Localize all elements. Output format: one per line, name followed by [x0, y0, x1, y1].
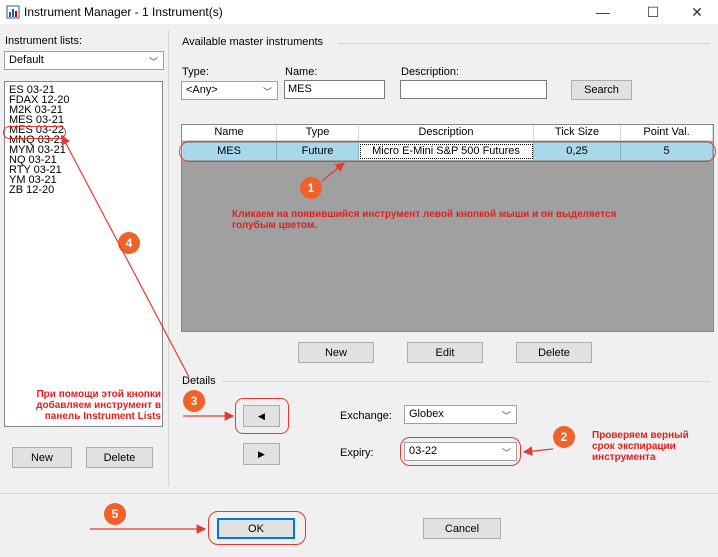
left-delete-button[interactable]: Delete [86, 447, 153, 468]
arrow-step-2 [522, 446, 554, 456]
left-new-button[interactable]: New [12, 447, 72, 468]
remove-from-list-button[interactable]: ▶ [243, 443, 280, 465]
highlight-ellipse-ok [208, 511, 306, 545]
footer-divider [0, 493, 718, 494]
highlight-ellipse-add [235, 398, 289, 434]
step-badge-4: 4 [118, 232, 140, 254]
column-header-description[interactable]: Description [359, 125, 534, 141]
group-divider [222, 381, 710, 382]
title-bar: Instrument Manager - 1 Instrument(s) — ☐… [0, 0, 718, 24]
expiry-label: Expiry: [340, 447, 374, 459]
chevron-down-icon: ﹀ [501, 411, 511, 421]
description-input[interactable] [400, 80, 547, 99]
search-button[interactable]: Search [571, 80, 632, 100]
name-label: Name: [285, 66, 318, 78]
step-badge-2: 2 [553, 426, 575, 448]
app-icon [6, 5, 20, 19]
minimize-button[interactable]: — [580, 0, 626, 24]
exchange-select[interactable]: Globex ﹀ [404, 405, 517, 424]
instrument-lists-label: Instrument lists: [5, 35, 83, 47]
master-delete-button[interactable]: Delete [516, 342, 592, 363]
column-header-tick-size[interactable]: Tick Size [534, 125, 621, 141]
type-select[interactable]: <Any> ﹀ [181, 81, 278, 100]
exchange-label: Exchange: [340, 410, 392, 422]
list-item[interactable]: ZB 12-20 [9, 185, 54, 196]
close-button[interactable]: ✕ [674, 0, 718, 24]
highlight-ellipse-mes [3, 126, 66, 139]
step-badge-1: 1 [300, 177, 322, 199]
type-label: Type: [182, 66, 209, 78]
group-divider [338, 43, 710, 44]
master-group-label: Available master instruments [182, 36, 324, 48]
step-badge-5: 5 [104, 503, 126, 525]
column-header-type[interactable]: Type [277, 125, 359, 141]
exchange-value: Globex [409, 408, 444, 420]
note-step-2: Проверяем верный срок экспирации инструм… [592, 430, 689, 463]
chevron-down-icon: ﹀ [262, 87, 272, 97]
column-header-name[interactable]: Name [182, 125, 277, 141]
name-input[interactable]: MES [284, 80, 385, 99]
panel-divider [168, 30, 169, 486]
maximize-button[interactable]: ☐ [630, 0, 676, 24]
chevron-down-icon: ﹀ [148, 57, 158, 67]
master-new-button[interactable]: New [298, 342, 374, 363]
instrument-list-value: Default [9, 54, 44, 66]
column-header-point-value[interactable]: Point Val. [621, 125, 713, 141]
details-group-label: Details [182, 375, 216, 387]
window-title: Instrument Manager - 1 Instrument(s) [24, 5, 223, 19]
type-value: <Any> [186, 84, 218, 96]
instrument-list-select[interactable]: Default ﹀ [4, 51, 164, 70]
note-step-3: При помощи этой кнопки добавляем инструм… [36, 389, 161, 422]
note-step-1: Кликаем на появившийся инструмент левой … [232, 209, 617, 231]
master-edit-button[interactable]: Edit [407, 342, 483, 363]
description-label: Description: [401, 66, 460, 78]
highlight-ellipse-expiry [400, 437, 521, 466]
highlight-ellipse-row [179, 141, 716, 162]
step-badge-3: 3 [183, 390, 205, 412]
cancel-button[interactable]: Cancel [423, 518, 501, 539]
